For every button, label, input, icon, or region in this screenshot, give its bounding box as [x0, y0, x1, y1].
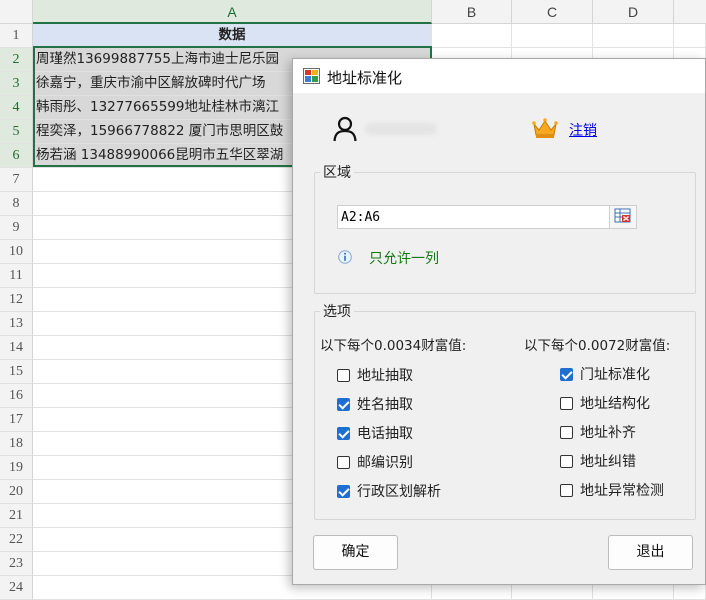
- checkbox-unchecked[interactable]: [337, 368, 350, 382]
- dialog-titlebar[interactable]: 地址标准化: [293, 59, 705, 93]
- username-blurred: [365, 123, 437, 135]
- row-header-11[interactable]: 11: [0, 264, 33, 288]
- row-header-10[interactable]: 10: [0, 240, 33, 264]
- option-right-5[interactable]: 地址异常检测: [560, 480, 664, 500]
- row-header-20[interactable]: 20: [0, 480, 33, 504]
- option-right-3[interactable]: 地址补齐: [560, 422, 636, 442]
- checkbox-checked[interactable]: [337, 426, 350, 440]
- checkbox-unchecked[interactable]: [560, 483, 573, 497]
- range-picker-icon: [614, 208, 631, 223]
- column-header-b[interactable]: B: [432, 0, 512, 24]
- region-group-label: 区域: [320, 162, 354, 182]
- select-all-corner[interactable]: [0, 0, 33, 24]
- row-header-15[interactable]: 15: [0, 360, 33, 384]
- range-input[interactable]: [337, 205, 637, 229]
- option-label: 地址纠错: [580, 454, 636, 470]
- row-header-1[interactable]: 1: [0, 24, 33, 48]
- option-label: 地址异常检测: [580, 483, 664, 499]
- range-picker-button[interactable]: [609, 206, 636, 228]
- checkbox-checked[interactable]: [337, 397, 350, 411]
- checkbox-checked[interactable]: [560, 367, 573, 381]
- address-standardize-dialog: 地址标准化 注销 区域 只允许一列 选项 以下每个0.0034财富值:: [292, 58, 706, 585]
- option-label: 邮编识别: [357, 455, 413, 471]
- option-label: 门址标准化: [580, 367, 650, 383]
- checkbox-checked[interactable]: [337, 484, 350, 498]
- option-label: 地址补齐: [580, 425, 636, 441]
- option-label: 姓名抽取: [357, 397, 413, 413]
- option-right-4[interactable]: 地址纠错: [560, 451, 636, 471]
- column-header-c[interactable]: C: [512, 0, 593, 24]
- row-header-19[interactable]: 19: [0, 456, 33, 480]
- ok-button[interactable]: 确定: [313, 535, 398, 570]
- option-label: 行政区划解析: [357, 484, 441, 500]
- row-header-5[interactable]: 5: [0, 120, 33, 144]
- region-hint: 只允许一列: [369, 251, 439, 267]
- column-header-d[interactable]: D: [593, 0, 674, 24]
- option-right-2[interactable]: 地址结构化: [560, 393, 650, 413]
- info-icon: [338, 250, 352, 264]
- column-header-a[interactable]: A: [33, 0, 432, 24]
- left-cost-header: 以下每个0.0034财富值:: [320, 338, 467, 354]
- row-header-8[interactable]: 8: [0, 192, 33, 216]
- region-group: [314, 172, 696, 294]
- option-label: 地址结构化: [580, 396, 650, 412]
- empty-cell[interactable]: [432, 24, 512, 48]
- row-header-3[interactable]: 3: [0, 72, 33, 96]
- option-label: 电话抽取: [357, 426, 413, 442]
- option-left-1[interactable]: 地址抽取: [337, 365, 413, 385]
- crown-icon: [532, 118, 558, 138]
- row-header-18[interactable]: 18: [0, 432, 33, 456]
- exit-button[interactable]: 退出: [608, 535, 693, 570]
- app-icon: [303, 68, 320, 84]
- checkbox-unchecked[interactable]: [337, 455, 350, 469]
- checkbox-unchecked[interactable]: [560, 454, 573, 468]
- dialog-title: 地址标准化: [327, 69, 403, 87]
- row-header-23[interactable]: 23: [0, 552, 33, 576]
- row-header-17[interactable]: 17: [0, 408, 33, 432]
- column-header-e[interactable]: [674, 0, 706, 24]
- checkbox-unchecked[interactable]: [560, 425, 573, 439]
- row-header-2[interactable]: 2: [0, 48, 33, 72]
- checkbox-unchecked[interactable]: [560, 396, 573, 410]
- row-header-24[interactable]: 24: [0, 576, 33, 600]
- option-left-4[interactable]: 邮编识别: [337, 452, 413, 472]
- row-header-7[interactable]: 7: [0, 168, 33, 192]
- row-header-12[interactable]: 12: [0, 288, 33, 312]
- empty-cell[interactable]: [512, 24, 593, 48]
- row-header-13[interactable]: 13: [0, 312, 33, 336]
- row-header-6[interactable]: 6: [0, 144, 33, 168]
- empty-cell[interactable]: [593, 24, 674, 48]
- logout-link[interactable]: 注销: [569, 120, 597, 140]
- empty-cell[interactable]: [674, 24, 706, 48]
- row-header-21[interactable]: 21: [0, 504, 33, 528]
- option-left-3[interactable]: 电话抽取: [337, 423, 413, 443]
- row-header-9[interactable]: 9: [0, 216, 33, 240]
- row-header-14[interactable]: 14: [0, 336, 33, 360]
- option-label: 地址抽取: [357, 368, 413, 384]
- option-left-5[interactable]: 行政区划解析: [337, 481, 441, 501]
- options-group-label: 选项: [320, 301, 354, 321]
- option-left-2[interactable]: 姓名抽取: [337, 394, 413, 414]
- right-cost-header: 以下每个0.0072财富值:: [524, 338, 671, 354]
- option-right-1[interactable]: 门址标准化: [560, 364, 650, 384]
- cell-a1[interactable]: 数据: [33, 24, 432, 48]
- row-header-16[interactable]: 16: [0, 384, 33, 408]
- user-icon: [333, 116, 357, 142]
- row-header-4[interactable]: 4: [0, 96, 33, 120]
- row-header-22[interactable]: 22: [0, 528, 33, 552]
